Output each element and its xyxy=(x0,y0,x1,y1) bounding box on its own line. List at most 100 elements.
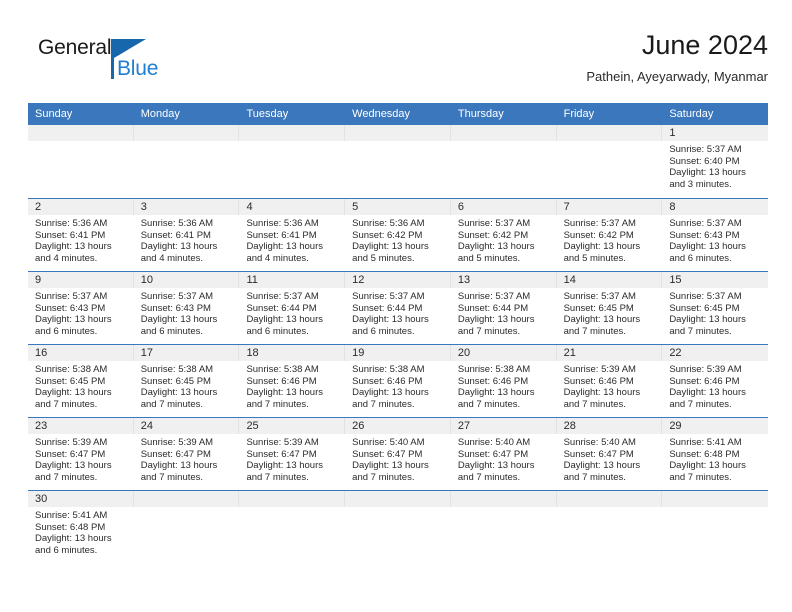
calendar-day-cell[interactable]: 5 Sunrise: 5:36 AM Sunset: 6:42 PM Daylight… xyxy=(345,199,451,271)
day-sun-info: Sunrise: 5:39 AM Sunset: 6:47 PM Daylight:… xyxy=(28,434,134,483)
page-title: June 2024 xyxy=(641,30,768,60)
day-number xyxy=(662,491,769,507)
calendar-day-cell[interactable]: 7 Sunrise: 5:37 AM Sunset: 6:42 PM Daylight… xyxy=(556,199,663,271)
day-number: 29 xyxy=(662,418,769,434)
calendar-day-cell-empty xyxy=(345,491,451,563)
day-daylight1-text: Daylight: 13 hours xyxy=(563,241,641,253)
day-daylight2-text: and 7 minutes. xyxy=(669,398,732,410)
day-sunset-text: Sunset: 6:43 PM xyxy=(140,302,211,314)
day-sun-info: Sunrise: 5:36 AM Sunset: 6:41 PM Daylight:… xyxy=(239,215,345,264)
day-daylight1-text: Daylight: 13 hours xyxy=(457,314,535,326)
day-daylight2-text: and 7 minutes. xyxy=(352,471,415,483)
day-daylight2-text: and 7 minutes. xyxy=(457,471,521,483)
day-sunrise-text: Sunrise: 5:39 AM xyxy=(669,364,742,375)
day-sun-info: Sunrise: 5:36 AM Sunset: 6:41 PM Daylight:… xyxy=(134,215,240,264)
calendar-day-cell[interactable]: 27 Sunrise: 5:40 AM Sunset: 6:47 PM Dayligh… xyxy=(450,418,557,490)
day-number: 16 xyxy=(28,345,134,361)
calendar-page: General Blue June 2024 Pathein, Ayeyarwa… xyxy=(0,0,792,612)
day-number: 21 xyxy=(556,345,663,361)
day-number: 23 xyxy=(28,418,134,434)
calendar-day-cell[interactable]: 4 Sunrise: 5:36 AM Sunset: 6:41 PM Daylight… xyxy=(239,199,346,271)
calendar-day-cell[interactable]: 2 Sunrise: 5:36 AM Sunset: 6:41 PM Daylight… xyxy=(28,199,134,271)
page-header: General Blue June 2024 Pathein, Ayeyarwa… xyxy=(28,28,768,98)
day-sun-info: Sunrise: 5:37 AM Sunset: 6:43 PM Daylight:… xyxy=(134,288,240,337)
calendar-day-cell[interactable]: 1 Sunrise: 5:37 AM Sunset: 6:40 PM Daylight… xyxy=(662,125,769,198)
calendar-day-cell[interactable]: 13 Sunrise: 5:37 AM Sunset: 6:44 PM Dayligh… xyxy=(450,272,557,344)
day-sun-info: Sunrise: 5:38 AM Sunset: 6:46 PM Daylight:… xyxy=(451,361,557,410)
day-number: 13 xyxy=(450,272,557,288)
general-blue-logo[interactable]: General Blue xyxy=(38,36,158,88)
day-daylight2-text: and 4 minutes. xyxy=(246,252,309,264)
day-sunrise-text: Sunrise: 5:37 AM xyxy=(669,218,742,229)
day-sunset-text: Sunset: 6:47 PM xyxy=(457,448,529,460)
calendar-day-cell[interactable]: 17 Sunrise: 5:38 AM Sunset: 6:45 PM Dayligh… xyxy=(133,345,240,417)
calendar-day-cell[interactable]: 21 Sunrise: 5:39 AM Sunset: 6:46 PM Dayligh… xyxy=(556,345,663,417)
day-sun-info: Sunrise: 5:37 AM Sunset: 6:44 PM Daylight:… xyxy=(451,288,557,337)
calendar-weeks: 1 Sunrise: 5:37 AM Sunset: 6:40 PM Daylight… xyxy=(28,125,769,563)
calendar-day-cell[interactable]: 10 Sunrise: 5:37 AM Sunset: 6:43 PM Dayligh… xyxy=(133,272,240,344)
day-sunrise-text: Sunrise: 5:37 AM xyxy=(352,291,425,302)
calendar-week-row: 9 Sunrise: 5:37 AM Sunset: 6:43 PM Daylight… xyxy=(28,271,769,344)
day-daylight1-text: Daylight: 13 hours xyxy=(669,314,746,326)
day-sunrise-text: Sunrise: 5:36 AM xyxy=(352,218,425,229)
day-sunrise-text: Sunrise: 5:38 AM xyxy=(352,364,425,375)
calendar-day-cell[interactable]: 20 Sunrise: 5:38 AM Sunset: 6:46 PM Dayligh… xyxy=(450,345,557,417)
day-number: 11 xyxy=(239,272,346,288)
day-daylight1-text: Daylight: 13 hours xyxy=(352,460,429,472)
calendar-day-cell[interactable]: 24 Sunrise: 5:39 AM Sunset: 6:47 PM Dayligh… xyxy=(133,418,240,490)
day-number: 5 xyxy=(345,199,451,215)
day-sunset-text: Sunset: 6:46 PM xyxy=(457,375,529,387)
day-sunset-text: Sunset: 6:47 PM xyxy=(246,448,317,460)
calendar-day-cell[interactable]: 11 Sunrise: 5:37 AM Sunset: 6:44 PM Dayligh… xyxy=(239,272,346,344)
calendar-day-cell[interactable]: 30 Sunrise: 5:41 AM Sunset: 6:48 PM Dayligh… xyxy=(28,491,134,563)
calendar-day-cell[interactable]: 16 Sunrise: 5:38 AM Sunset: 6:45 PM Dayligh… xyxy=(28,345,134,417)
calendar-day-cell[interactable]: 23 Sunrise: 5:39 AM Sunset: 6:47 PM Dayligh… xyxy=(28,418,134,490)
weekday-header-wednesday: Wednesday xyxy=(352,108,411,120)
day-sunrise-text: Sunrise: 5:38 AM xyxy=(246,364,319,375)
calendar-day-cell[interactable]: 28 Sunrise: 5:40 AM Sunset: 6:47 PM Dayligh… xyxy=(556,418,663,490)
day-sun-info: Sunrise: 5:39 AM Sunset: 6:46 PM Daylight:… xyxy=(662,361,768,410)
day-sunrise-text: Sunrise: 5:37 AM xyxy=(246,291,319,302)
calendar-day-cell[interactable]: 3 Sunrise: 5:36 AM Sunset: 6:41 PM Daylight… xyxy=(133,199,240,271)
calendar-day-cell[interactable]: 25 Sunrise: 5:39 AM Sunset: 6:47 PM Dayligh… xyxy=(239,418,346,490)
calendar-day-cell[interactable]: 15 Sunrise: 5:37 AM Sunset: 6:45 PM Dayligh… xyxy=(662,272,769,344)
calendar-day-cell[interactable]: 6 Sunrise: 5:37 AM Sunset: 6:42 PM Daylight… xyxy=(450,199,557,271)
day-sunrise-text: Sunrise: 5:39 AM xyxy=(246,437,319,448)
day-daylight1-text: Daylight: 13 hours xyxy=(35,460,112,472)
calendar-day-cell[interactable]: 8 Sunrise: 5:37 AM Sunset: 6:43 PM Daylight… xyxy=(662,199,769,271)
calendar-day-cell[interactable]: 22 Sunrise: 5:39 AM Sunset: 6:46 PM Dayligh… xyxy=(662,345,769,417)
day-sunrise-text: Sunrise: 5:36 AM xyxy=(35,218,108,229)
day-sunset-text: Sunset: 6:40 PM xyxy=(669,155,740,167)
calendar-day-cell[interactable]: 9 Sunrise: 5:37 AM Sunset: 6:43 PM Daylight… xyxy=(28,272,134,344)
day-daylight2-text: and 7 minutes. xyxy=(457,398,521,410)
day-daylight1-text: Daylight: 13 hours xyxy=(669,167,746,179)
day-number: 30 xyxy=(28,491,134,507)
day-number xyxy=(556,125,663,141)
day-daylight2-text: and 7 minutes. xyxy=(669,325,732,337)
day-sunrise-text: Sunrise: 5:37 AM xyxy=(457,291,531,302)
day-number: 25 xyxy=(239,418,346,434)
day-sunset-text: Sunset: 6:48 PM xyxy=(669,448,740,460)
day-daylight1-text: Daylight: 13 hours xyxy=(35,314,112,326)
day-daylight1-text: Daylight: 13 hours xyxy=(457,387,535,399)
day-number: 14 xyxy=(556,272,663,288)
day-sun-info: Sunrise: 5:37 AM Sunset: 6:44 PM Daylight:… xyxy=(345,288,451,337)
day-sunset-text: Sunset: 6:48 PM xyxy=(35,521,106,533)
calendar-day-cell[interactable]: 19 Sunrise: 5:38 AM Sunset: 6:46 PM Dayligh… xyxy=(345,345,451,417)
day-daylight2-text: and 4 minutes. xyxy=(35,252,98,264)
calendar-day-cell[interactable]: 12 Sunrise: 5:37 AM Sunset: 6:44 PM Dayligh… xyxy=(345,272,451,344)
day-daylight1-text: Daylight: 13 hours xyxy=(246,387,324,399)
calendar-day-cell[interactable]: 29 Sunrise: 5:41 AM Sunset: 6:48 PM Dayligh… xyxy=(662,418,769,490)
location-subtitle: Pathein, Ayeyarwady, Myanmar xyxy=(586,69,768,84)
calendar-day-cell[interactable]: 14 Sunrise: 5:37 AM Sunset: 6:45 PM Dayligh… xyxy=(556,272,663,344)
calendar-day-cell[interactable]: 26 Sunrise: 5:40 AM Sunset: 6:47 PM Dayligh… xyxy=(345,418,451,490)
day-number xyxy=(239,491,346,507)
title-block: June 2024 Pathein, Ayeyarwady, Myanmar xyxy=(586,28,768,85)
day-sun-info: Sunrise: 5:37 AM Sunset: 6:43 PM Daylight:… xyxy=(662,215,768,264)
day-number: 6 xyxy=(450,199,557,215)
day-sunset-text: Sunset: 6:43 PM xyxy=(669,229,740,241)
day-sunset-text: Sunset: 6:47 PM xyxy=(140,448,211,460)
calendar-day-cell-empty xyxy=(450,125,557,198)
calendar-day-cell[interactable]: 18 Sunrise: 5:38 AM Sunset: 6:46 PM Dayligh… xyxy=(239,345,346,417)
day-sun-info: Sunrise: 5:38 AM Sunset: 6:45 PM Daylight:… xyxy=(134,361,240,410)
